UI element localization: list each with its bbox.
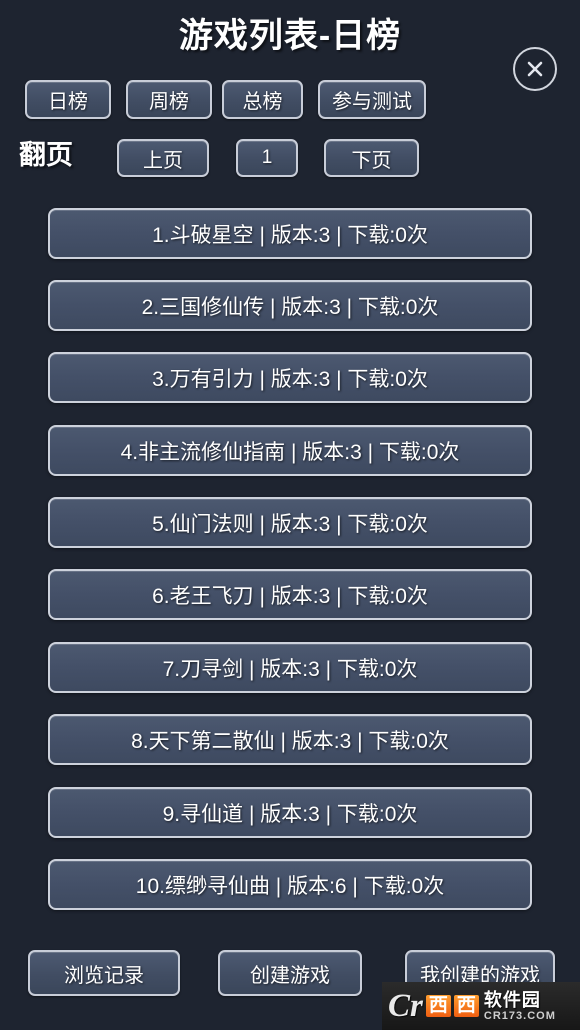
prev-page-button[interactable]: 上页	[117, 139, 209, 177]
browse-history-button[interactable]: 浏览记录	[28, 950, 180, 996]
tab-weekly-ranking[interactable]: 周榜	[126, 80, 212, 119]
watermark-logo-icon: Cr	[388, 987, 423, 1024]
list-item[interactable]: 5.仙门法则 | 版本:3 | 下载:0次	[48, 497, 532, 548]
create-game-button[interactable]: 创建游戏	[218, 950, 362, 996]
next-page-button[interactable]: 下页	[324, 139, 419, 177]
page-title: 游戏列表-日榜	[178, 17, 402, 55]
list-item[interactable]: 2.三国修仙传 | 版本:3 | 下载:0次	[48, 280, 532, 331]
close-icon	[524, 58, 546, 80]
watermark-site-name: 软件园	[483, 989, 541, 1010]
page-number-button[interactable]: 1	[236, 139, 298, 177]
list-item[interactable]: 4.非主流修仙指南 | 版本:3 | 下载:0次	[48, 425, 532, 476]
close-button[interactable]	[513, 47, 557, 91]
tab-join-beta[interactable]: 参与测试	[318, 80, 426, 119]
list-item[interactable]: 9.寻仙道 | 版本:3 | 下载:0次	[48, 787, 532, 838]
list-item[interactable]: 7.刀寻剑 | 版本:3 | 下载:0次	[48, 642, 532, 693]
watermark-brand-a: 西	[425, 995, 451, 1017]
tab-daily-ranking[interactable]: 日榜	[25, 80, 111, 119]
watermark-text-group: 软件园 CR173.COM	[484, 991, 556, 1022]
tab-total-ranking[interactable]: 总榜	[222, 80, 303, 119]
list-item[interactable]: 10.缥缈寻仙曲 | 版本:6 | 下载:0次	[48, 859, 532, 910]
list-item[interactable]: 1.斗破星空 | 版本:3 | 下载:0次	[48, 208, 532, 259]
list-item[interactable]: 3.万有引力 | 版本:3 | 下载:0次	[48, 352, 532, 403]
pager-label: 翻页	[19, 140, 73, 170]
list-item[interactable]: 6.老王飞刀 | 版本:3 | 下载:0次	[48, 569, 532, 620]
watermark-url: CR173.COM	[483, 1009, 556, 1022]
site-watermark: Cr 西 西 软件园 CR173.COM	[382, 982, 580, 1030]
list-item[interactable]: 8.天下第二散仙 | 版本:3 | 下载:0次	[48, 714, 532, 765]
watermark-brand-b: 西	[453, 995, 479, 1017]
